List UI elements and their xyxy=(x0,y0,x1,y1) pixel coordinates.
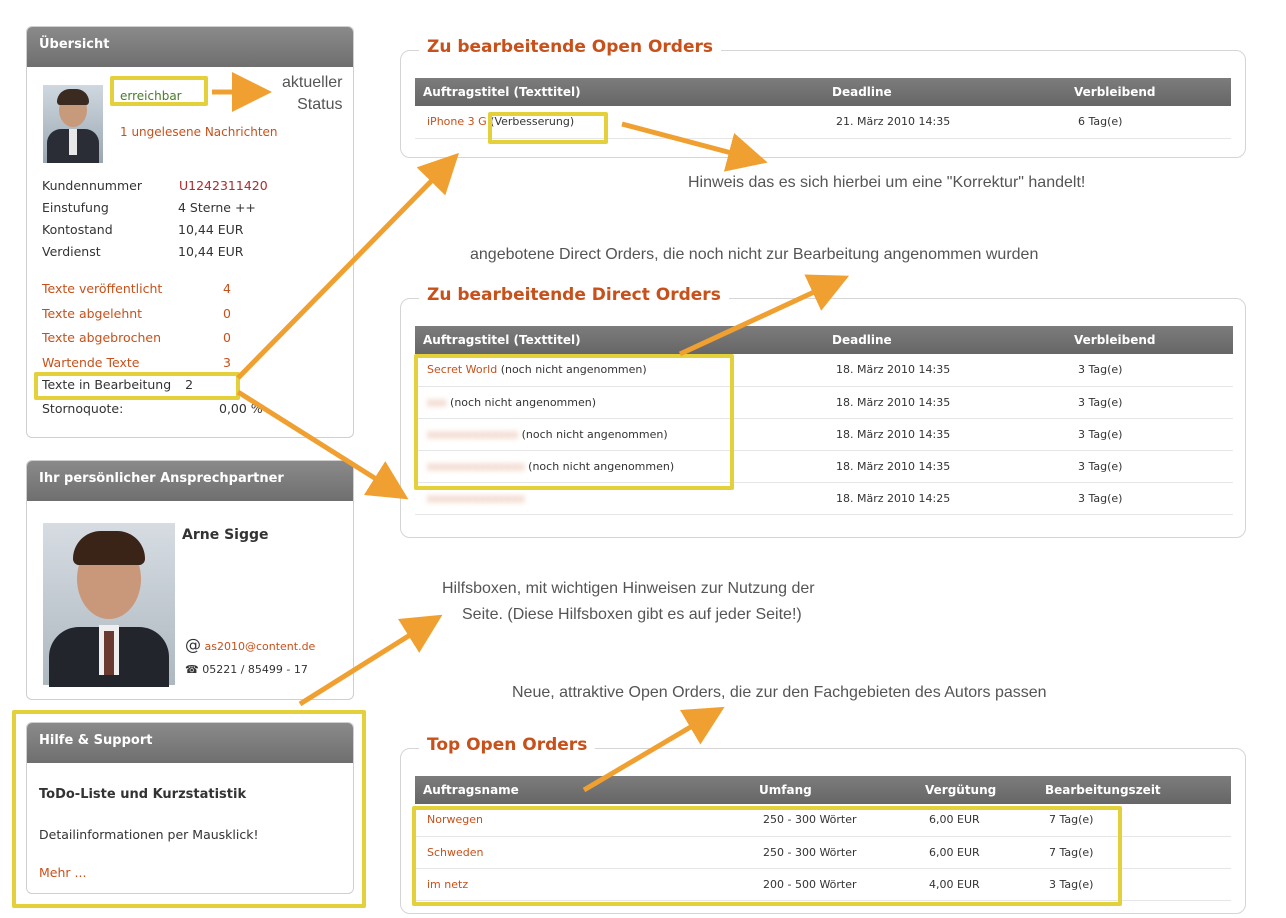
table-cell: 6 Tag(e) xyxy=(1066,106,1231,139)
order-deadline: 18. März 2010 14:35 xyxy=(836,363,951,377)
col-remaining: Verbleibend xyxy=(1066,326,1233,354)
at-icon: @ xyxy=(185,635,201,654)
annotation-help-boxes-2: Seite. (Diese Hilfsboxen gibt es auf jed… xyxy=(462,606,802,623)
col-time: Bearbeitungszeit xyxy=(1037,776,1231,804)
table-cell: 18. März 2010 14:35 xyxy=(824,450,1066,483)
top-orders-title: Top Open Orders xyxy=(419,735,596,755)
highlight-top-orders xyxy=(412,806,1122,906)
contact-photo xyxy=(43,523,175,687)
order-remaining: 3 Tag(e) xyxy=(1078,491,1123,505)
table-cell: 3 Tag(e) xyxy=(1066,354,1233,387)
order-deadline: 18. März 2010 14:25 xyxy=(836,491,951,505)
overview-header: Übersicht xyxy=(27,27,353,67)
order-title-link[interactable]: iPhone 3 G xyxy=(427,115,487,128)
highlight-status xyxy=(110,76,208,106)
cancel-rate-value: 0,00 % xyxy=(219,401,263,416)
highlight-in-progress xyxy=(34,372,240,400)
table-cell: 3 Tag(e) xyxy=(1066,450,1233,483)
highlight-direct-orders xyxy=(414,354,734,490)
contact-email-row: @ as2010@content.de xyxy=(185,635,315,654)
col-scope: Umfang xyxy=(751,776,917,804)
highlight-correction xyxy=(488,112,608,144)
col-name: Auftragsname xyxy=(415,776,751,804)
table-cell: 18. März 2010 14:35 xyxy=(824,354,1066,387)
contact-phone-row: ☎ 05221 / 85499 - 17 xyxy=(185,663,308,676)
stat-label: Kundennummer xyxy=(42,178,142,193)
contact-phone: 05221 / 85499 - 17 xyxy=(202,663,308,676)
text-stat-label[interactable]: Texte abgelehnt xyxy=(42,306,142,321)
table-cell: 3 Tag(e) xyxy=(1066,482,1233,515)
unread-messages-link[interactable]: 1 ungelesene Nachrichten xyxy=(120,125,278,139)
col-title: Auftragstitel (Texttitel) xyxy=(415,78,824,106)
contact-panel: Ihr persönlicher Ansprechpartner Arne Si… xyxy=(26,460,354,700)
annotation-top-orders: Neue, attraktive Open Orders, die zur de… xyxy=(512,684,1047,701)
annotation-status: aktueller Status xyxy=(282,74,343,113)
stat-row: Kontostand 10,44 EUR xyxy=(42,219,342,241)
stat-label: Verdienst xyxy=(42,244,101,259)
contact-name: Arne Sigge xyxy=(182,527,269,543)
cancel-rate-row: Stornoquote: 0,00 % xyxy=(42,401,342,416)
stat-label: Kontostand xyxy=(42,222,113,237)
annotation-help-boxes-1: Hilfsboxen, mit wichtigen Hinweisen zur … xyxy=(442,580,815,597)
text-stat-row[interactable]: Texte abgelehnt 0 xyxy=(42,302,342,327)
order-remaining: 3 Tag(e) xyxy=(1078,427,1123,441)
annotation-correction: Hinweis das es sich hierbei um eine "Kor… xyxy=(688,174,1086,191)
open-orders-title: Zu bearbeitende Open Orders xyxy=(419,37,722,57)
col-pay: Vergütung xyxy=(917,776,1037,804)
text-stat-row[interactable]: Texte abgebrochen 0 xyxy=(42,326,342,351)
text-stat-label[interactable]: Texte veröffentlicht xyxy=(42,281,162,296)
table-cell: 21. März 2010 14:35 xyxy=(824,106,1066,139)
table-cell: 18. März 2010 14:35 xyxy=(824,386,1066,419)
stat-value: 10,44 EUR xyxy=(178,244,244,259)
stat-value: U1242311420 xyxy=(179,178,268,193)
table-cell: 18. März 2010 14:35 xyxy=(824,418,1066,451)
cancel-rate-label: Stornoquote: xyxy=(42,401,124,416)
stat-value: 10,44 EUR xyxy=(178,222,244,237)
stat-row: Verdienst 10,44 EUR xyxy=(42,241,342,263)
direct-orders-title: Zu bearbeitende Direct Orders xyxy=(419,285,729,305)
order-deadline: 18. März 2010 14:35 xyxy=(836,459,951,473)
stats-list: Kundennummer U1242311420 Einstufung 4 Stern… xyxy=(42,175,342,263)
text-stat-label[interactable]: Wartende Texte xyxy=(42,355,139,370)
text-stat-value: 0 xyxy=(223,330,231,345)
highlight-help-panel xyxy=(12,710,366,908)
col-deadline: Deadline xyxy=(824,78,1066,106)
avatar xyxy=(43,85,103,163)
col-title: Auftragstitel (Texttitel) xyxy=(415,326,824,354)
order-deadline: 21. März 2010 14:35 xyxy=(836,115,951,129)
text-stat-row[interactable]: Texte veröffentlicht 4 xyxy=(42,277,342,302)
order-remaining: 6 Tag(e) xyxy=(1078,115,1123,129)
stat-row: Einstufung 4 Sterne ++ xyxy=(42,197,342,219)
table-cell: 3 Tag(e) xyxy=(1066,418,1233,451)
stat-row: Kundennummer U1242311420 xyxy=(42,175,342,197)
order-remaining: 3 Tag(e) xyxy=(1078,395,1123,409)
order-deadline: 18. März 2010 14:35 xyxy=(836,427,951,441)
annotation-direct-offer: angebotene Direct Orders, die noch nicht… xyxy=(470,246,1039,263)
order-deadline: 18. März 2010 14:35 xyxy=(836,395,951,409)
stat-label: Einstufung xyxy=(42,200,109,215)
phone-icon: ☎ xyxy=(185,663,199,676)
text-stat-value: 4 xyxy=(223,281,231,296)
table-cell: 18. März 2010 14:25 xyxy=(824,482,1066,515)
text-stat-value: 0 xyxy=(223,305,231,321)
contact-email-link[interactable]: as2010@content.de xyxy=(205,640,316,653)
contact-header: Ihr persönlicher Ansprechpartner xyxy=(27,461,353,501)
texts-list: Texte veröffentlicht 4 Texte abgelehnt 0 Tex… xyxy=(42,277,342,375)
order-title-link[interactable]: xxxxxxxxxxxxxxx xyxy=(427,492,525,505)
order-remaining: 3 Tag(e) xyxy=(1078,459,1123,473)
stat-value: 4 Sterne ++ xyxy=(178,200,256,215)
text-stat-label[interactable]: Texte abgebrochen xyxy=(42,330,161,345)
col-remaining: Verbleibend xyxy=(1066,78,1231,106)
col-deadline: Deadline xyxy=(824,326,1066,354)
table-cell: 3 Tag(e) xyxy=(1066,386,1233,419)
order-remaining: 3 Tag(e) xyxy=(1078,363,1123,377)
table-cell: iPhone 3 G (Verbesserung) xyxy=(415,106,824,139)
